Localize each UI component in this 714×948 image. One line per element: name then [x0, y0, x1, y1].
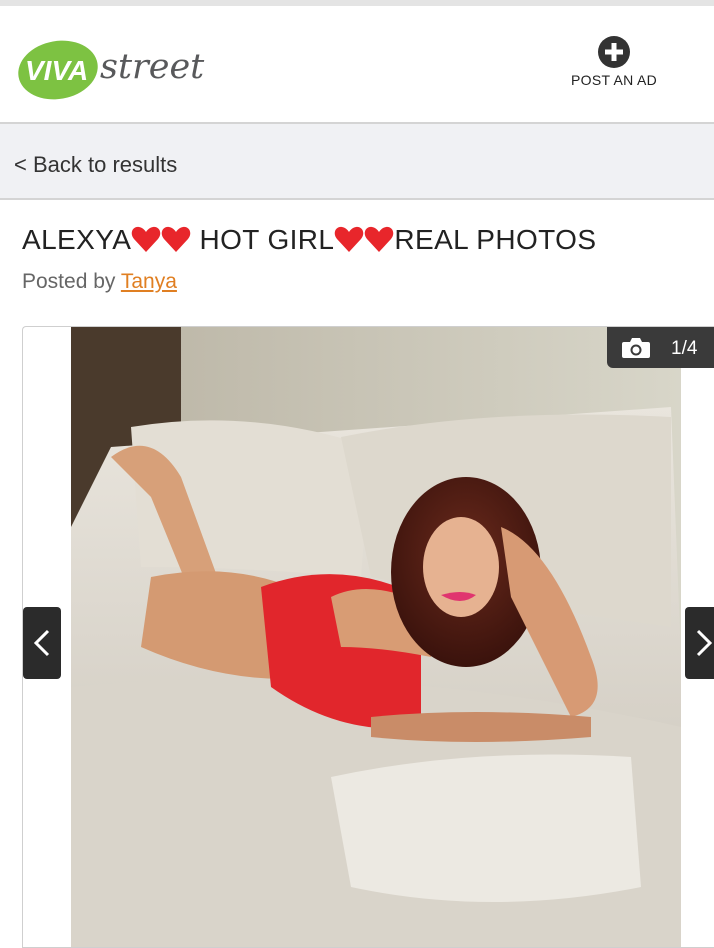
posted-by-label: Posted by [22, 270, 116, 293]
previous-photo-button[interactable] [23, 607, 61, 679]
heart-icon [132, 226, 161, 252]
back-bar: < Back to results [0, 124, 714, 200]
photo-counter: 1/4 [607, 327, 714, 368]
post-ad-label: POST AN AD [571, 72, 657, 88]
svg-text:street: street [100, 47, 205, 87]
heart-icon [365, 226, 394, 252]
back-to-results-link[interactable]: < Back to results [14, 152, 177, 178]
site-header: VIVA street POST AN AD [0, 6, 714, 124]
chevron-left-icon [33, 629, 50, 657]
svg-text:VIVA: VIVA [25, 55, 88, 86]
listing-title: ALEXYA HOT GIRL REAL PHOTOS [22, 224, 596, 256]
listing-photo[interactable] [71, 327, 681, 947]
title-end: REAL PHOTOS [394, 224, 597, 255]
title-name: ALEXYA [22, 224, 132, 255]
plus-circle-icon [598, 36, 630, 68]
photo-counter-text: 1/4 [671, 338, 698, 359]
photo-gallery: 1/4 [22, 326, 714, 948]
posted-by-line: Posted by Tanya [22, 270, 177, 294]
next-photo-button[interactable] [685, 607, 714, 679]
vivastreet-logo[interactable]: VIVA street [18, 34, 218, 104]
heart-icon [162, 226, 191, 252]
heart-icon [335, 226, 364, 252]
chevron-right-icon [696, 629, 713, 657]
poster-name-link[interactable]: Tanya [121, 270, 177, 293]
title-middle: HOT GIRL [199, 224, 335, 255]
camera-icon [622, 338, 650, 358]
post-ad-button[interactable]: POST AN AD [562, 36, 666, 88]
